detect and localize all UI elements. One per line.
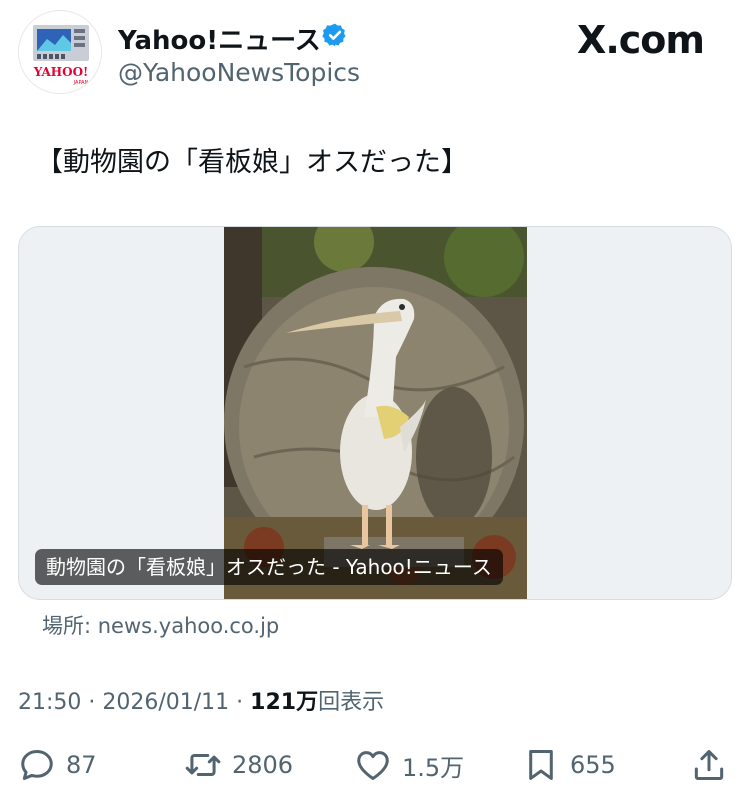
reply-button[interactable]: 87	[18, 740, 97, 790]
verified-badge-icon	[322, 23, 346, 47]
share-button[interactable]	[690, 740, 728, 790]
views-label: 回表示	[318, 690, 385, 715]
tweet-header: YAHOO! JAPAN Yahoo!ニュース @YahooNewsTopics…	[18, 8, 710, 98]
svg-text:YAHOO!: YAHOO!	[33, 65, 89, 79]
svg-text:JAPAN: JAPAN	[73, 80, 89, 86]
share-icon	[694, 750, 724, 780]
handle[interactable]: @YahooNewsTopics	[118, 58, 360, 87]
repost-icon	[185, 753, 221, 777]
like-count: 1.5万	[402, 753, 465, 782]
pelican-photo	[224, 227, 527, 599]
heart-icon	[357, 751, 389, 780]
card-source-domain[interactable]: 場所: news.yahoo.co.jp	[42, 610, 279, 640]
bookmark-count: 655	[570, 751, 616, 779]
like-button[interactable]: 1.5万	[354, 740, 464, 790]
views-count: 121万	[250, 690, 319, 715]
tweet-meta: 21:50 · 2026/01/11 · 121万回表示	[18, 684, 384, 716]
timestamp[interactable]: 21:50 · 2026/01/11 ·	[18, 690, 250, 715]
display-name[interactable]: Yahoo!ニュース	[118, 20, 321, 57]
reply-count: 87	[66, 751, 97, 779]
card-caption: 動物園の「看板娘」オスだった - Yahoo!ニュース	[35, 549, 503, 585]
action-bar: 87 2806 1.5万 655	[18, 740, 732, 790]
reply-icon	[21, 750, 53, 780]
bookmark-icon	[529, 750, 553, 780]
yahoo-news-logo-icon: YAHOO! JAPAN	[19, 11, 101, 93]
site-logo: X.com	[577, 18, 705, 62]
avatar[interactable]: YAHOO! JAPAN	[18, 10, 102, 94]
repost-count: 2806	[232, 751, 294, 779]
tweet-text: 【動物園の「看板娘」オスだった】	[36, 147, 468, 178]
link-card[interactable]: 動物園の「看板娘」オスだった - Yahoo!ニュース	[18, 226, 732, 600]
bookmark-button[interactable]: 655	[522, 740, 616, 790]
repost-button[interactable]: 2806	[184, 740, 293, 790]
